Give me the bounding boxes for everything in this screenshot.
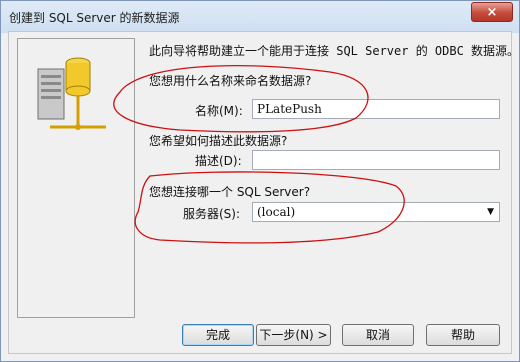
- finish-button[interactable]: 完成: [182, 324, 254, 346]
- help-button[interactable]: 帮助: [426, 324, 500, 346]
- annotation-circle-name: [113, 65, 369, 133]
- annotation-circle-server: [134, 171, 405, 244]
- cancel-button[interactable]: 取消: [342, 324, 414, 346]
- annotation-overlay: [113, 65, 405, 244]
- next-button[interactable]: 下一步(N) >: [256, 324, 331, 346]
